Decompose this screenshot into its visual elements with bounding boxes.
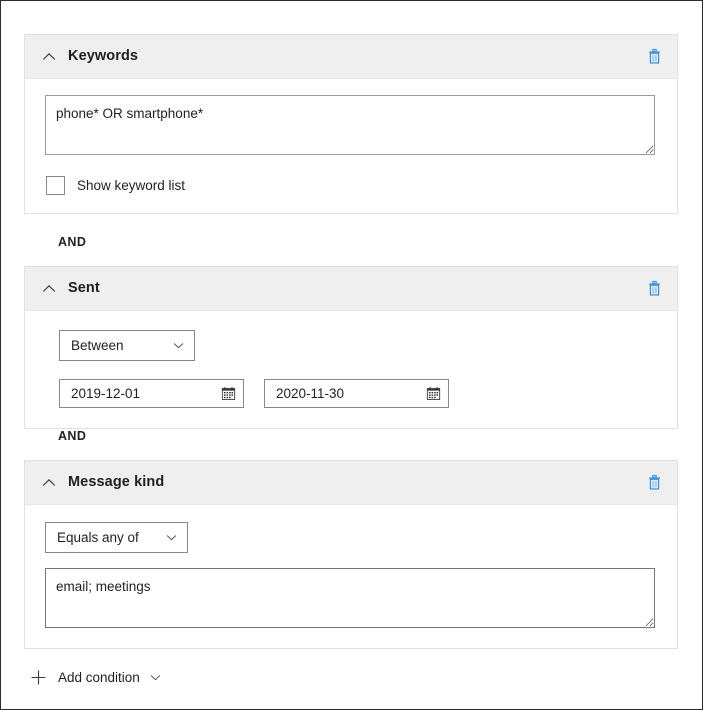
sent-date-range: 2019-12-01: [59, 379, 657, 408]
message-kind-operator-value: Equals any of: [57, 530, 139, 545]
condition-header-message-kind[interactable]: Message kind: [25, 461, 677, 505]
condition-card-sent: Sent Between: [24, 266, 678, 429]
condition-title: Keywords: [68, 49, 643, 64]
show-keyword-list-label: Show keyword list: [77, 178, 185, 193]
trash-icon[interactable]: [643, 46, 665, 68]
condition-header-keywords[interactable]: Keywords: [25, 35, 677, 79]
plus-icon: [30, 669, 47, 686]
message-kind-textarea[interactable]: [45, 568, 655, 628]
calendar-icon[interactable]: [426, 386, 441, 401]
trash-icon[interactable]: [643, 278, 665, 300]
chevron-up-icon[interactable]: [41, 475, 57, 491]
sent-date-to-field[interactable]: 2020-11-30: [264, 379, 449, 408]
chevron-up-icon[interactable]: [41, 281, 57, 297]
chevron-down-icon[interactable]: [149, 671, 162, 684]
keywords-textarea[interactable]: [45, 95, 655, 155]
sent-operator-dropdown[interactable]: Between: [59, 330, 195, 361]
condition-body-keywords: Show keyword list: [25, 79, 677, 213]
add-condition-button[interactable]: Add condition: [30, 669, 162, 686]
condition-card-keywords: Keywords Show keyword list: [24, 34, 678, 214]
connector-and-2: AND: [58, 429, 86, 443]
sent-operator-value: Between: [71, 338, 124, 353]
sent-date-to-value: 2020-11-30: [276, 386, 426, 401]
condition-title: Message kind: [68, 475, 643, 490]
connector-and-1: AND: [58, 235, 86, 249]
sent-date-from-value: 2019-12-01: [71, 386, 221, 401]
add-condition-label: Add condition: [58, 670, 140, 685]
search-conditions-builder: Keywords Show keyword list AND: [1, 1, 702, 709]
condition-card-message-kind: Message kind Equals any of: [24, 460, 678, 649]
condition-body-sent: Between 2019-12-01: [25, 311, 677, 428]
message-kind-operator-dropdown[interactable]: Equals any of: [45, 522, 188, 553]
chevron-down-icon: [147, 531, 178, 544]
trash-icon[interactable]: [643, 472, 665, 494]
show-keyword-list-checkbox[interactable]: [46, 176, 65, 195]
show-keyword-list-row[interactable]: Show keyword list: [46, 176, 657, 195]
condition-header-sent[interactable]: Sent: [25, 267, 677, 311]
condition-body-message-kind: Equals any of: [25, 505, 677, 648]
chevron-down-icon: [154, 339, 185, 352]
sent-date-from-field[interactable]: 2019-12-01: [59, 379, 244, 408]
chevron-up-icon[interactable]: [41, 49, 57, 65]
calendar-icon[interactable]: [221, 386, 236, 401]
condition-title: Sent: [68, 281, 643, 296]
